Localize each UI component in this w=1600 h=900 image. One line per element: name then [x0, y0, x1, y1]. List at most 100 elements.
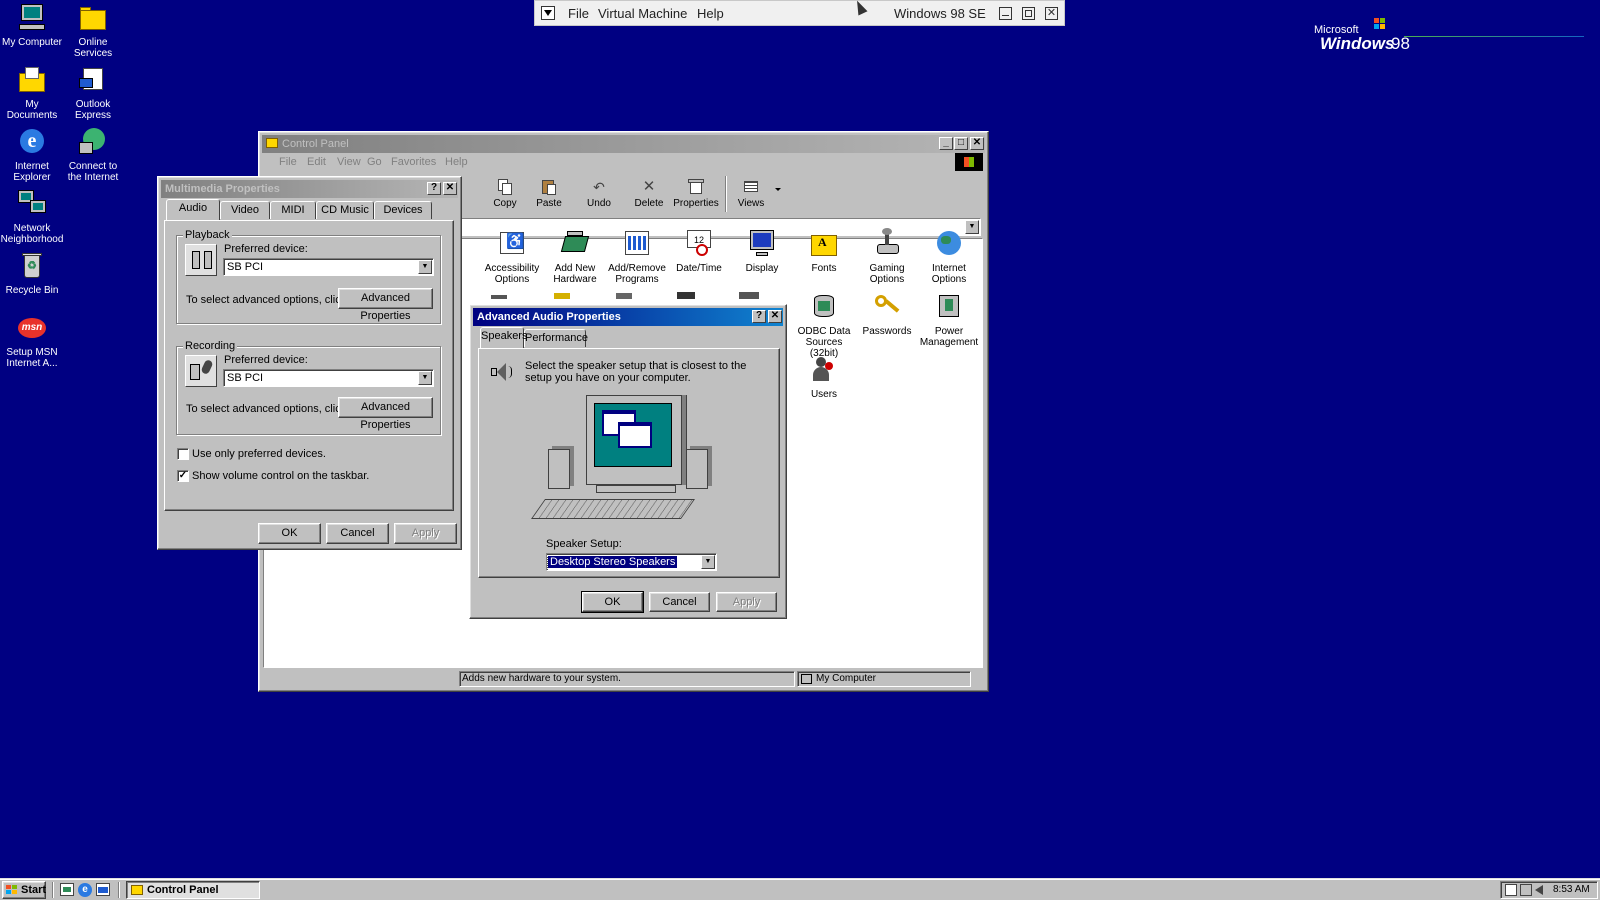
connect-internet-icon: [77, 126, 109, 158]
cp-menu-edit[interactable]: Edit: [307, 154, 326, 170]
logo-windows: Windows: [1320, 34, 1395, 53]
cp-item-display[interactable]: Display: [730, 228, 794, 274]
vm-minimize-icon[interactable]: [999, 7, 1012, 20]
vm-menu-help[interactable]: Help: [697, 6, 724, 21]
tray-volume-icon[interactable]: [1535, 885, 1543, 895]
cp-item-date-time[interactable]: 12 Date/Time: [667, 228, 731, 274]
recording-advanced-button[interactable]: Advanced Properties: [338, 397, 433, 431]
multimedia-ok-button[interactable]: OK: [258, 523, 321, 544]
multimedia-close-button[interactable]: ✕: [443, 182, 457, 195]
tab-cd-music[interactable]: CD Music: [316, 201, 374, 219]
hidden-icon-partial: [616, 293, 632, 299]
use-only-preferred-label[interactable]: Use only preferred devices.: [192, 448, 326, 460]
my-computer-icon: [16, 2, 48, 34]
cp-menu-view[interactable]: View: [337, 154, 361, 170]
cp-menu-file[interactable]: File: [279, 154, 297, 170]
playback-dropdown-icon[interactable]: ▼: [418, 260, 432, 274]
speaker-setup-value: Desktop Stereo Speakers: [546, 555, 679, 569]
hidden-icon-partial: [491, 295, 507, 299]
start-button[interactable]: Start: [2, 881, 46, 899]
control-panel-titlebar[interactable]: Control Panel _ □ ✕: [262, 135, 985, 153]
use-only-preferred-checkbox[interactable]: [177, 448, 189, 460]
cp-status-bar: Adds new hardware to your system. My Com…: [263, 670, 983, 688]
cp-menu-help[interactable]: Help: [445, 154, 468, 170]
multimedia-help-button[interactable]: ?: [427, 182, 441, 195]
cp-item-accessibility[interactable]: ♿ Accessibility Options: [480, 228, 544, 285]
control-panel-title: Control Panel: [282, 138, 349, 150]
tray-display-icon[interactable]: [1520, 884, 1532, 896]
vm-pin-icon[interactable]: [541, 6, 555, 20]
desktop-connect-internet[interactable]: Connect to the Internet: [61, 126, 125, 183]
advanced-cancel-button[interactable]: Cancel: [649, 592, 710, 612]
show-volume-checkbox[interactable]: ✓: [177, 470, 189, 482]
cp-item-gaming-options[interactable]: Gaming Options: [855, 228, 919, 285]
cp-item-add-new-hardware[interactable]: Add New Hardware: [543, 228, 607, 285]
desktop-recycle-bin[interactable]: ♻ Recycle Bin: [0, 250, 64, 296]
vm-close-icon[interactable]: ✕: [1045, 7, 1058, 20]
toolbar-copy-button[interactable]: Copy: [483, 174, 527, 214]
multimedia-titlebar[interactable]: Multimedia Properties ? ✕: [161, 180, 458, 198]
multimedia-cancel-button[interactable]: Cancel: [326, 523, 389, 544]
toolbar-delete-button[interactable]: ✕ Delete: [627, 174, 671, 214]
desktop-my-documents[interactable]: My Documents: [0, 64, 64, 121]
tray-clock: 8:53 AM: [1553, 884, 1590, 895]
folder-icon: [77, 2, 109, 34]
views-icon: [742, 178, 760, 196]
playback-device-select[interactable]: SB PCI ▼: [223, 258, 434, 276]
recording-device-select[interactable]: SB PCI ▼: [223, 369, 434, 387]
vm-menu-virtual-machine[interactable]: Virtual Machine: [598, 6, 687, 21]
desktop-online-services[interactable]: Online Services: [61, 2, 125, 59]
desktop-network-neighborhood[interactable]: Network Neighborhood: [0, 188, 64, 245]
cp-menu-go[interactable]: Go: [367, 154, 382, 170]
recording-dropdown-icon[interactable]: ▼: [418, 371, 432, 385]
cp-item-odbc[interactable]: ODBC Data Sources (32bit): [792, 291, 856, 359]
desktop-outlook-express[interactable]: Outlook Express: [61, 64, 125, 121]
toolbar-paste-button[interactable]: Paste: [527, 174, 571, 214]
cp-menu-favorites[interactable]: Favorites: [391, 154, 436, 170]
cp-menu-bar: File Edit View Go Favorites Help: [265, 154, 965, 172]
tab-speakers[interactable]: Speakers: [480, 327, 527, 348]
views-dropdown-icon[interactable]: [775, 188, 781, 191]
advanced-help-button[interactable]: ?: [752, 310, 766, 323]
cp-item-passwords[interactable]: Passwords: [855, 291, 919, 337]
tab-midi[interactable]: MIDI: [270, 201, 316, 219]
cp-item-internet-options[interactable]: Internet Options: [917, 228, 981, 285]
desktop-setup-msn[interactable]: msn Setup MSN Internet A...: [0, 312, 64, 369]
tab-video[interactable]: Video: [220, 201, 270, 219]
quicklaunch-ie-icon[interactable]: e: [78, 883, 92, 897]
quicklaunch-outlook-icon[interactable]: [96, 883, 110, 896]
speaker-setup-dropdown-icon[interactable]: ▼: [701, 555, 715, 569]
my-documents-icon: [16, 64, 48, 96]
advanced-close-button[interactable]: ✕: [768, 310, 782, 323]
cp-item-users[interactable]: Users: [792, 354, 856, 400]
multimedia-apply-button[interactable]: Apply: [394, 523, 457, 544]
tab-audio[interactable]: Audio: [166, 199, 220, 220]
advanced-audio-titlebar[interactable]: Advanced Audio Properties ? ✕: [473, 308, 783, 326]
tray-scheduler-icon[interactable]: [1505, 884, 1517, 896]
toolbar-properties-button[interactable]: Properties: [671, 174, 721, 214]
playback-advanced-button[interactable]: Advanced Properties: [338, 288, 433, 322]
cp-close-button[interactable]: ✕: [970, 137, 984, 150]
vm-menu-file[interactable]: File: [568, 6, 589, 21]
vm-restore-icon[interactable]: [1022, 7, 1035, 20]
speaker-volume-icon: [488, 360, 512, 384]
cp-item-add-remove-programs[interactable]: Add/Remove Programs: [605, 228, 669, 285]
desktop-internet-explorer[interactable]: e Internet Explorer: [0, 126, 64, 183]
advanced-apply-button[interactable]: Apply: [716, 592, 777, 612]
toolbar-undo-button[interactable]: ↶ Undo: [577, 174, 621, 214]
advanced-ok-button[interactable]: OK: [581, 591, 644, 613]
tab-performance[interactable]: Performance: [524, 329, 588, 347]
tab-devices[interactable]: Devices: [374, 201, 432, 219]
cp-maximize-button[interactable]: □: [954, 137, 968, 150]
add-hardware-icon: [559, 228, 591, 260]
cp-minimize-button[interactable]: _: [939, 137, 953, 150]
cp-item-power-management[interactable]: Power Management: [917, 291, 981, 348]
cp-item-fonts[interactable]: A Fonts: [792, 228, 856, 274]
desktop-my-computer[interactable]: My Computer: [0, 2, 64, 48]
quicklaunch-show-desktop-icon[interactable]: [60, 883, 74, 896]
delete-icon: ✕: [642, 178, 656, 195]
toolbar-views-button[interactable]: Views: [729, 174, 773, 214]
show-volume-label[interactable]: Show volume control on the taskbar.: [192, 470, 369, 482]
taskbar-control-panel-button[interactable]: Control Panel: [126, 881, 260, 899]
speaker-setup-select[interactable]: Desktop Stereo Speakers ▼: [546, 553, 717, 571]
